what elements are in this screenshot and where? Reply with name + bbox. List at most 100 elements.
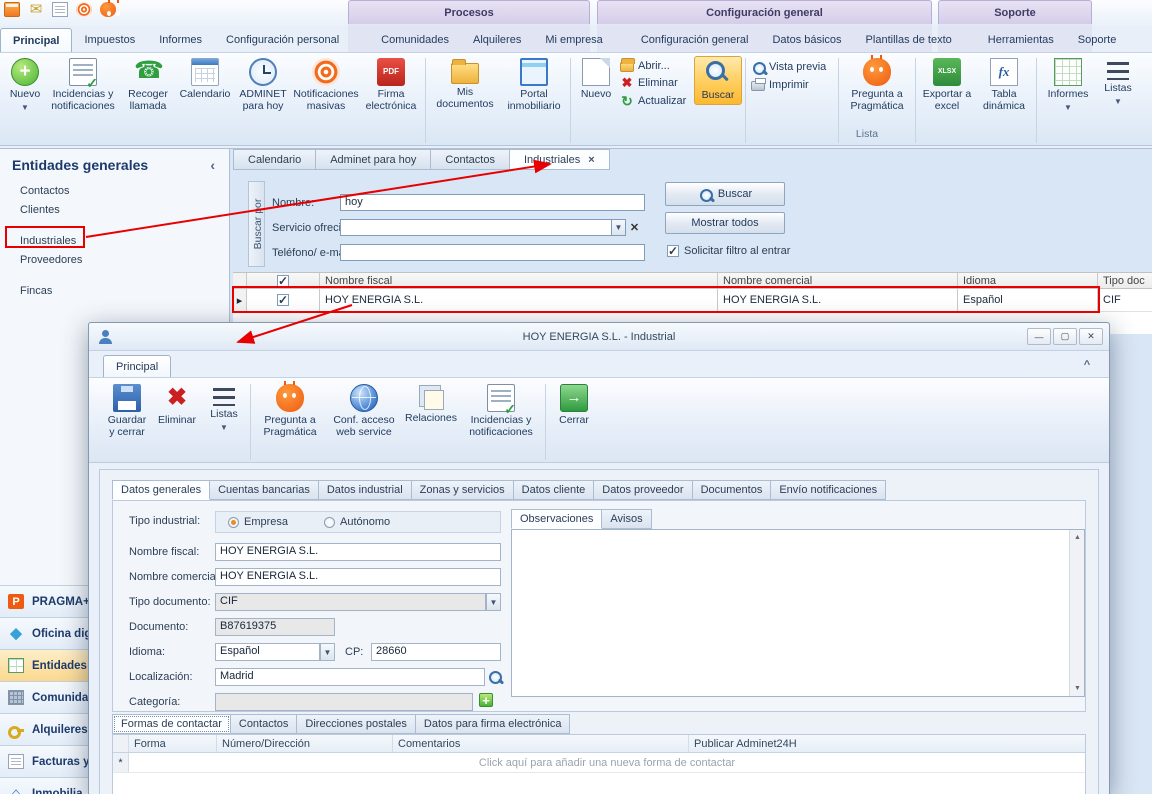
ribbon-tab-informes[interactable]: Informes — [147, 28, 214, 52]
mostrar-todos-button[interactable]: Mostrar todos — [665, 212, 785, 234]
mail-icon[interactable]: ✉ — [28, 2, 44, 17]
vertical-scrollbar[interactable]: ▲ ▼ — [1069, 530, 1084, 696]
observaciones-textarea[interactable]: ▲ ▼ — [511, 529, 1085, 697]
actualizar-button[interactable]: ↻ Actualizar — [620, 94, 692, 108]
tipo-documento-combobox[interactable]: CIF — [215, 593, 486, 611]
column-header-forma[interactable]: Forma — [129, 735, 217, 752]
nombre-comercial-input[interactable]: HOY ENERGIA S.L. — [215, 568, 501, 586]
nombre-input[interactable]: hoy — [340, 194, 645, 211]
ribbon-tab-configuracion-general[interactable]: Configuración general — [629, 28, 761, 52]
categoria-input[interactable] — [215, 693, 473, 711]
close-icon[interactable]: ✕ — [1079, 328, 1103, 345]
guardar-cerrar-button[interactable]: Guardar y cerrar — [101, 382, 153, 440]
idioma-combobox[interactable]: Español — [215, 643, 320, 661]
table-row[interactable]: ▸ HOY ENERGIA S.L. HOY ENERGIA S.L. Espa… — [233, 289, 1152, 312]
pragma-icon[interactable] — [100, 2, 116, 17]
column-header-nombre-fiscal[interactable]: Nombre fiscal — [320, 273, 718, 288]
ribbon-tab-mi-empresa[interactable]: Mi empresa — [533, 28, 614, 52]
dialog-listas-button[interactable]: Listas ▼ — [201, 382, 247, 435]
localizacion-input[interactable]: Madrid — [215, 668, 485, 686]
documento-input[interactable]: B87619375 — [215, 618, 335, 636]
buscar-search-button[interactable]: Buscar — [665, 182, 785, 206]
tabla-dinamica-button[interactable]: Tabla dinámica — [975, 56, 1033, 114]
tab-formas-de-contactar[interactable]: Formas de contactar — [112, 714, 231, 734]
scroll-up-icon[interactable]: ▲ — [1071, 531, 1084, 544]
doc-tab-industriales[interactable]: Industriales × — [510, 149, 610, 170]
ribbon-tab-principal[interactable]: Principal — [0, 28, 72, 52]
tab-contactos[interactable]: Contactos — [231, 714, 298, 734]
nombre-fiscal-input[interactable]: HOY ENERGIA S.L. — [215, 543, 501, 561]
column-header-idioma[interactable]: Idioma — [958, 273, 1098, 288]
row-checkbox-cell[interactable] — [247, 289, 320, 311]
checkbox-checked-icon[interactable] — [277, 275, 289, 287]
tab-datos-cliente[interactable]: Datos cliente — [514, 480, 595, 500]
close-tab-icon[interactable]: × — [588, 154, 594, 166]
tab-envio-notificaciones[interactable]: Envío notificaciones — [771, 480, 886, 500]
chevron-down-icon[interactable]: ▼ — [611, 219, 626, 236]
ribbon-tab-herramientas[interactable]: Herramientas — [976, 28, 1066, 52]
incidencias-notificaciones-button[interactable]: Incidencias y notificaciones — [46, 56, 120, 114]
tab-datos-proveedor[interactable]: Datos proveedor — [594, 480, 692, 500]
app-icon[interactable] — [4, 2, 20, 17]
ribbon-tab-alquileres[interactable]: Alquileres — [461, 28, 533, 52]
recoger-llamada-button[interactable]: ☎ Recoger llamada — [120, 56, 176, 114]
servicio-combobox[interactable] — [340, 219, 612, 236]
listas-button[interactable]: Listas ▼ — [1096, 56, 1140, 109]
nuevo-registro-button[interactable]: Nuevo — [574, 56, 618, 103]
dialog-titlebar[interactable]: HOY ENERGIA S.L. - Industrial — ▢ ✕ — [89, 323, 1109, 351]
edit-note-icon[interactable] — [52, 2, 68, 17]
dialog-eliminar-button[interactable]: ✖ Eliminar — [153, 382, 201, 429]
lookup-search-icon[interactable] — [487, 669, 501, 683]
portal-inmobiliario-button[interactable]: Portal inmobiliario — [501, 56, 567, 114]
chevron-down-icon[interactable]: ▼ — [320, 643, 335, 661]
chevron-down-icon[interactable]: ▼ — [486, 593, 501, 611]
nuevo-button[interactable]: Nuevo ▼ — [4, 56, 46, 115]
add-plus-icon[interactable] — [479, 693, 493, 707]
maximize-icon[interactable]: ▢ — [1053, 328, 1077, 345]
tab-avisos[interactable]: Avisos — [602, 509, 651, 529]
exportar-excel-button[interactable]: Exportar a excel — [919, 56, 975, 114]
doc-tab-adminet[interactable]: Adminet para hoy — [316, 149, 431, 170]
checkbox-header-cell[interactable] — [247, 273, 320, 288]
minimize-icon[interactable]: — — [1027, 328, 1051, 345]
checkbox-checked-icon[interactable] — [277, 294, 289, 306]
clear-x-icon[interactable]: ✕ — [627, 219, 642, 236]
sidebar-item-contactos[interactable]: Contactos — [0, 183, 229, 202]
tab-documentos[interactable]: Documentos — [693, 480, 772, 500]
tab-direcciones-postales[interactable]: Direcciones postales — [297, 714, 416, 734]
tab-observaciones[interactable]: Observaciones — [511, 509, 602, 529]
ribbon-tab-configuracion-personal[interactable]: Configuración personal — [214, 28, 351, 52]
sidebar-item-clientes[interactable]: Clientes — [0, 202, 229, 221]
new-row[interactable]: * Click aquí para añadir una nueva forma… — [113, 753, 1085, 773]
broadcast-icon[interactable] — [76, 2, 92, 17]
webservice-button[interactable]: Conf. acceso web service — [326, 382, 402, 440]
column-header-tipo-doc[interactable]: Tipo doc — [1098, 273, 1152, 288]
informes-button[interactable]: Informes ▼ — [1040, 56, 1096, 115]
eliminar-button[interactable]: ✖ Eliminar — [620, 76, 692, 90]
doc-tab-contactos[interactable]: Contactos — [431, 149, 510, 170]
firma-electronica-button[interactable]: Firma electrónica — [360, 56, 422, 114]
tab-zonas-servicios[interactable]: Zonas y servicios — [412, 480, 514, 500]
calendario-button[interactable]: Calendario — [176, 56, 234, 103]
column-header-comentarios[interactable]: Comentarios — [393, 735, 689, 752]
telefono-input[interactable] — [340, 244, 645, 261]
tab-datos-generales[interactable]: Datos generales — [112, 480, 210, 500]
filtro-checkbox-row[interactable]: Solicitar filtro al entrar — [667, 245, 790, 257]
collapse-left-icon[interactable]: ‹ — [206, 157, 219, 173]
dialog-incidencias-button[interactable]: Incidencias y notificaciones — [460, 382, 542, 440]
column-header-numero-direccion[interactable]: Número/Dirección — [217, 735, 393, 752]
radio-empresa[interactable]: Empresa — [228, 516, 288, 528]
relaciones-button[interactable]: Relaciones — [402, 382, 460, 427]
vista-previa-button[interactable]: Vista previa — [751, 60, 833, 74]
doc-tab-calendario[interactable]: Calendario — [233, 149, 316, 170]
scroll-down-icon[interactable]: ▼ — [1071, 682, 1084, 695]
collapse-ribbon-icon[interactable]: ^ — [1079, 357, 1095, 372]
sidebar-item-proveedores[interactable]: Proveedores — [0, 252, 229, 271]
dialog-tab-principal[interactable]: Principal — [103, 355, 171, 377]
cerrar-button[interactable]: Cerrar — [549, 382, 599, 429]
radio-autonomo[interactable]: Autónomo — [324, 516, 390, 528]
mis-documentos-button[interactable]: Mis documentos — [429, 56, 501, 112]
checkbox-checked-icon[interactable] — [667, 245, 679, 257]
tab-cuentas-bancarias[interactable]: Cuentas bancarias — [210, 480, 319, 500]
ribbon-tab-comunidades[interactable]: Comunidades — [369, 28, 461, 52]
